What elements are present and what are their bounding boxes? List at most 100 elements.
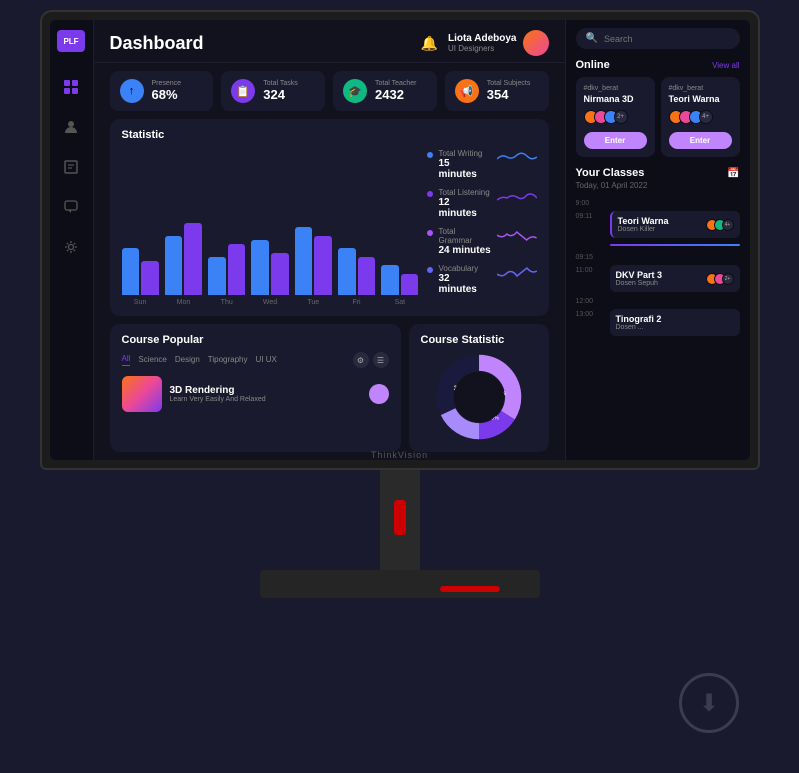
chart-section: Statistic SunMonThuWedTueFriSat [110,119,549,316]
legend-item-2: Total Grammar 24 minutes [427,227,537,256]
stat-label-teacher: Total Teacher [375,80,417,87]
bar-blue-0 [122,248,140,295]
stat-icon-tasks: 📋 [231,79,255,103]
legend-value-0: 15 minutes [439,158,491,180]
classes-title: Your Classes [576,167,645,179]
item-teacher-teori: Dosen Killer [618,226,669,233]
search-input[interactable] [604,34,730,44]
sidebar-item-chat[interactable] [60,196,82,218]
schedule: 9:00 09:11 Teori Warna Dosen Killer [576,198,740,336]
card-tag-nirmana: #dkv_berat [584,85,647,92]
time-1200: 12:00 [576,296,604,305]
sidebar-item-user[interactable] [60,116,82,138]
stat-label-presence: Presence [152,80,182,87]
stat-label-tasks: Total Tasks [263,80,298,87]
legend-item-3: Vocabulary 32 minutes [427,264,537,295]
tab-design[interactable]: Design [175,355,200,366]
online-card-nirmana: #dkv_berat Nirmana 3D 2+ Enter [576,77,655,157]
bar-label-sun: Sun [122,299,159,306]
legend-dot-0 [427,152,433,158]
legend-text-0: Total Writing 15 minutes [439,149,491,180]
schedule-item-teori: Teori Warna Dosen Killer 4+ [610,211,740,238]
course-thumbnail [122,376,162,412]
bar-purple-3 [271,253,289,296]
sidebar-item-grid[interactable] [60,76,82,98]
time-slot-0911: 09:11 Teori Warna Dosen Killer 4+ [576,211,740,238]
chart-title: Statistic [122,129,537,141]
legend-dot-2 [427,230,433,236]
tab-science[interactable]: Science [138,355,166,366]
sparkline-0 [497,149,537,169]
tab-typography[interactable]: Tipography [208,355,248,366]
bar-purple-0 [141,261,159,295]
monitor-neck [380,470,420,570]
calendar-icon[interactable]: 📅 [727,168,739,179]
sidebar-logo: PLF [57,30,85,52]
bar-labels: SunMonThuWedTueFriSat [122,299,419,306]
stat-card-subjects: 📢 Total Subjects 354 [445,71,549,111]
tab-actions: ⚙ ☰ [353,352,389,368]
user-info: Liota Adeboya UI Designers [448,30,549,56]
legend-text-3: Vocabulary 32 minutes [439,264,491,295]
avatar-count-nirmana: 2+ [614,110,628,124]
legend-title-1: Total Listening [439,188,491,197]
online-header: Online View all [576,59,740,71]
bar-label-sat: Sat [381,299,418,306]
item-teacher-tinografi: Dosen ... [616,324,662,331]
tab-settings-btn[interactable]: ⚙ [353,352,369,368]
sidebar-item-settings[interactable] [60,236,82,258]
stat-value-presence: 68% [152,87,182,102]
user-role: UI Designers [448,44,517,53]
bell-icon[interactable]: 🔔 [421,35,438,52]
time-slot-900: 9:00 [576,198,740,207]
time-slot-1100: 11:00 DKV Part 3 Dosen Sepuh 2+ [576,265,740,292]
stat-label-subjects: Total Subjects [487,80,531,87]
bar-label-wed: Wed [251,299,288,306]
schedule-info-teori: Teori Warna Dosen Killer [618,216,669,233]
legend-title-3: Vocabulary [439,264,491,273]
view-all-link[interactable]: View all [712,61,739,70]
course-tabs: All Science Design Tipography UI UX ⚙ ☰ [122,352,389,368]
base-red-accent [440,586,500,592]
bar-purple-1 [184,223,202,295]
enter-button-teori[interactable]: Enter [669,132,732,149]
donut-chart-svg: 34% 16% 18% [434,352,524,442]
bar-blue-5 [338,248,356,295]
legend-value-1: 12 minutes [439,197,491,219]
page-title: Dashboard [110,33,204,54]
legend-item-0: Total Writing 15 minutes [427,149,537,180]
card-name-teori: Teori Warna [669,94,732,104]
tab-all[interactable]: All [122,354,131,366]
bar-purple-4 [314,236,332,296]
tab-filter-btn[interactable]: ☰ [373,352,389,368]
right-panel: 🔍 Online View all #dkv_berat Nirmana 3D [565,20,750,460]
bars-container [122,147,419,295]
enter-button-nirmana[interactable]: Enter [584,132,647,149]
search-icon: 🔍 [586,33,598,44]
sched-avatars-teori: 4+ [706,219,734,231]
avatar [523,30,549,56]
bar-group-wed [251,240,288,295]
bar-group-sat [381,265,418,295]
bar-blue-2 [208,257,226,295]
card-name-nirmana: Nirmana 3D [584,94,647,104]
sparkline-2 [497,227,537,247]
bar-purple-5 [358,257,376,295]
sidebar-item-book[interactable] [60,156,82,178]
time-1300: 13:00 [576,309,604,318]
legend-value-3: 32 minutes [439,273,491,295]
stat-card-tasks: 📋 Total Tasks 324 [221,71,325,111]
tab-uiux[interactable]: UI UX [256,355,277,366]
brand-label: ThinkVision [371,450,428,460]
bar-blue-6 [381,265,399,295]
item-name-teori: Teori Warna [618,216,669,226]
user-name: Liota Adeboya [448,33,517,44]
time-0911: 09:11 [576,211,604,220]
stat-value-subjects: 354 [487,87,531,102]
legend-title-2: Total Grammar [439,227,491,245]
search-bar[interactable]: 🔍 [576,28,740,49]
schedule-item-dkv: DKV Part 3 Dosen Sepuh 2+ [610,265,740,292]
online-card-teori: #dkv_berat Teori Warna 4+ Enter [661,77,740,157]
legend-dot-1 [427,191,433,197]
stat-icon-subjects: 📢 [455,79,479,103]
